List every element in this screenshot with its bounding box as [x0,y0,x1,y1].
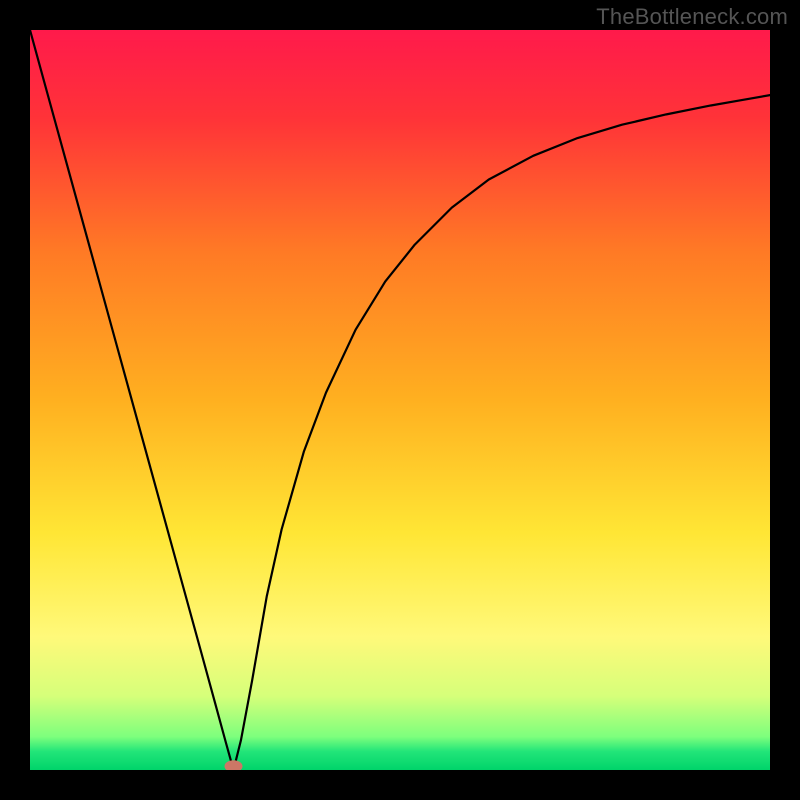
gradient-background [30,30,770,770]
watermark-text: TheBottleneck.com [596,4,788,30]
plot-area [30,30,770,770]
chart-svg [30,30,770,770]
chart-frame: TheBottleneck.com [0,0,800,800]
